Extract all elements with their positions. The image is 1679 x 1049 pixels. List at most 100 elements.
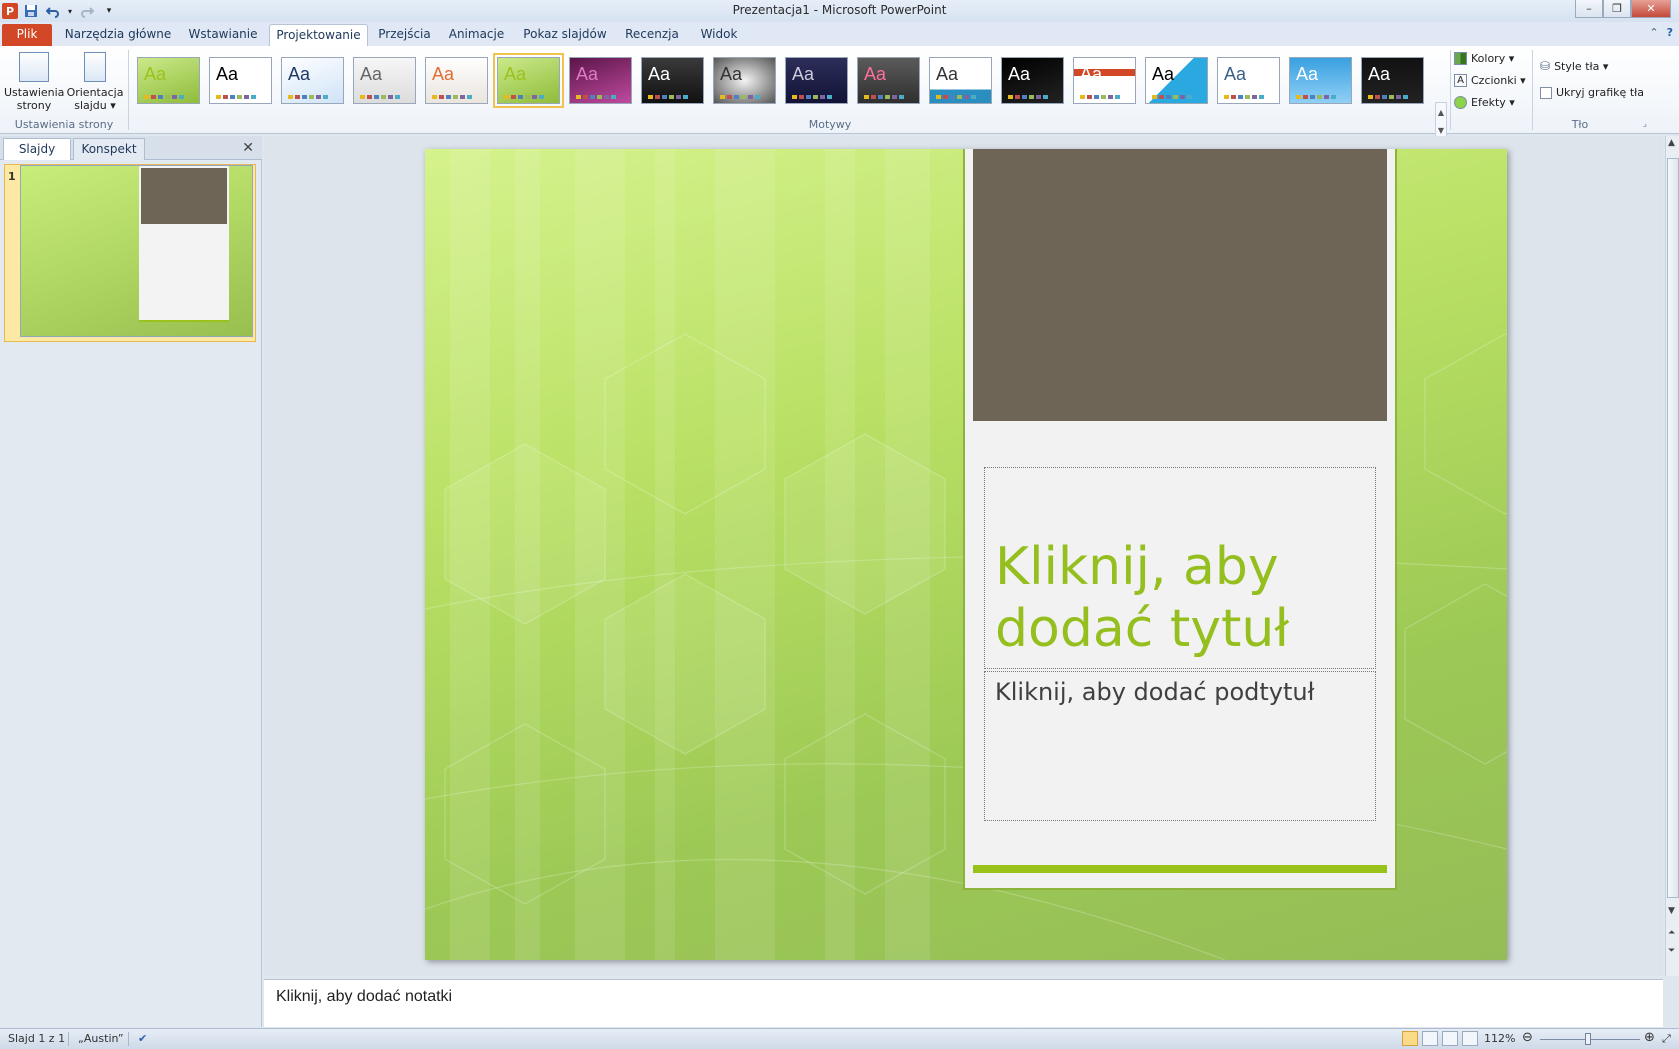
slide-canvas[interactable]: Kliknij, aby dodać tytuł Kliknij, aby do…	[425, 149, 1507, 960]
zoom-level[interactable]: 112%	[1484, 1032, 1515, 1045]
vertical-scrollbar[interactable]: ▲ ▼ ⏶ ⏷	[1665, 136, 1679, 976]
slide-sorter-button[interactable]	[1422, 1031, 1438, 1046]
theme-sample-text: Aa	[504, 64, 527, 84]
theme-color-swatches	[648, 95, 688, 99]
theme-colors-button[interactable]: Kolory ▾	[1454, 52, 1514, 65]
theme-thumbnail[interactable]: Aa	[713, 57, 776, 104]
tab-outline[interactable]: Konspekt	[73, 138, 145, 160]
thumbnail-card	[139, 166, 229, 322]
zoom-in-icon[interactable]: ⊕	[1644, 1030, 1655, 1045]
tab-review[interactable]: Recenzja	[620, 24, 684, 46]
theme-thumbnail[interactable]: Aa	[281, 57, 344, 104]
title-placeholder[interactable]: Kliknij, aby dodać tytuł	[984, 467, 1376, 669]
theme-thumbnail[interactable]: Aa	[425, 57, 488, 104]
hide-background-checkbox[interactable]	[1540, 86, 1552, 99]
theme-color-swatches	[936, 95, 976, 99]
minimize-ribbon-icon[interactable]: ⌃	[1649, 26, 1658, 39]
theme-thumbnail[interactable]: Aa	[785, 57, 848, 104]
tab-animations[interactable]: Animacje	[443, 24, 510, 46]
theme-color-swatches	[504, 95, 544, 99]
slides-pane-tabs: Slajdy Konspekt ✕	[0, 136, 262, 160]
slides-pane: Slajdy Konspekt ✕ 1	[0, 136, 262, 1027]
theme-color-swatches	[1296, 95, 1336, 99]
close-button[interactable]: ✕	[1631, 0, 1671, 18]
theme-sample-text: Aa	[216, 64, 239, 84]
fit-slide-icon[interactable]: ⤢	[1662, 1032, 1671, 1046]
scroll-up-icon[interactable]: ▲	[1668, 138, 1675, 148]
previous-slide-icon[interactable]: ⏶	[1668, 928, 1675, 938]
theme-sample-text: Aa	[792, 64, 815, 84]
title-card: Kliknij, aby dodać tytuł Kliknij, aby do…	[963, 149, 1397, 890]
theme-thumbnail[interactable]: Aa	[1073, 57, 1136, 104]
theme-thumbnail[interactable]: Aa	[1001, 57, 1064, 104]
theme-sample-text: Aa	[288, 64, 311, 84]
theme-thumbnail[interactable]: Aa	[857, 57, 920, 104]
gallery-down-icon[interactable]: ▼	[1438, 126, 1444, 135]
spelling-check-icon[interactable]: ✔	[138, 1032, 147, 1045]
hide-background-label: Ukryj grafikę tła	[1556, 86, 1644, 99]
zoom-out-icon[interactable]: ⊖	[1522, 1030, 1533, 1045]
theme-thumbnail[interactable]: Aa	[1145, 57, 1208, 104]
theme-thumbnail[interactable]: Aa	[493, 53, 564, 108]
dialog-launcher-icon[interactable]: ⌟	[1643, 119, 1647, 129]
page-setup-icon	[19, 52, 49, 82]
minimize-button[interactable]: –	[1575, 0, 1603, 18]
orientation-icon	[84, 52, 106, 82]
close-pane-icon[interactable]: ✕	[242, 140, 254, 156]
theme-fonts-button[interactable]: A Czcionki ▾	[1454, 74, 1526, 87]
notes-pane[interactable]: Kliknij, aby dodać notatki	[264, 979, 1663, 1027]
tab-insert[interactable]: Wstawianie	[184, 24, 262, 46]
theme-color-swatches	[1224, 95, 1264, 99]
scroll-down-icon[interactable]: ▼	[1668, 906, 1675, 916]
tab-file[interactable]: Plik	[2, 24, 52, 46]
tab-slide-show[interactable]: Pokaz slajdów	[520, 24, 610, 46]
theme-name: „Austin”	[78, 1032, 124, 1045]
theme-sample-text: Aa	[432, 64, 455, 84]
tab-transitions[interactable]: Przejścia	[376, 24, 433, 46]
status-bar: Slajd 1 z 1 „Austin” ✔ 112% ⊖ ⊕ ⤢	[0, 1028, 1679, 1049]
title-line-2: dodać tytuł	[995, 599, 1290, 659]
theme-gallery: Aa Aa Aa Aa Aa Aa Aa Aa Aa Aa Aa Aa Aa Aa Aa Aa Aa Aa	[137, 53, 1424, 108]
themes-group-label: Motywy	[808, 118, 852, 131]
gallery-up-icon[interactable]: ▲	[1438, 108, 1444, 117]
colors-label: Kolory ▾	[1471, 52, 1515, 65]
restore-button[interactable]: ❐	[1603, 0, 1631, 18]
subtitle-placeholder[interactable]: Kliknij, aby dodać podtytuł	[984, 671, 1376, 821]
theme-thumbnail[interactable]: Aa	[569, 57, 632, 104]
theme-thumbnail[interactable]: Aa	[209, 57, 272, 104]
normal-view-button[interactable]	[1402, 1031, 1418, 1046]
slide-show-button[interactable]	[1462, 1031, 1478, 1046]
next-slide-icon[interactable]: ⏷	[1668, 946, 1675, 956]
theme-effects-button[interactable]: Efekty ▾	[1454, 96, 1515, 109]
theme-thumbnail[interactable]: Aa	[641, 57, 704, 104]
theme-color-swatches	[576, 95, 616, 99]
scroll-thumb[interactable]	[1667, 158, 1679, 898]
slide-thumbnail[interactable]	[20, 165, 253, 337]
theme-thumbnail[interactable]: Aa	[1361, 57, 1424, 104]
notes-placeholder: Kliknij, aby dodać notatki	[276, 988, 453, 1005]
theme-thumbnail[interactable]: Aa	[1289, 57, 1352, 104]
theme-thumbnail[interactable]: Aa	[353, 57, 416, 104]
page-setup-button[interactable]: Ustawienia strony	[4, 52, 64, 112]
help-icon[interactable]: ?	[1667, 26, 1673, 39]
title-placeholder-text: Kliknij, aby dodać tytuł	[995, 536, 1289, 660]
background-styles-label: Style tła ▾	[1554, 59, 1609, 73]
tab-slides[interactable]: Slajdy	[3, 138, 71, 160]
reading-view-button[interactable]	[1442, 1031, 1458, 1046]
slide-orientation-button[interactable]: Orientacja slajdu ▾	[66, 52, 124, 112]
theme-color-swatches	[216, 95, 256, 99]
title-bar: P ▾ ▾ Prezentacja1 - Microsoft PowerPoin…	[0, 0, 1679, 22]
theme-thumbnail[interactable]: Aa	[1217, 57, 1280, 104]
tab-design[interactable]: Projektowanie	[269, 24, 368, 46]
theme-thumbnail[interactable]: Aa	[137, 57, 200, 104]
theme-sample-text: Aa	[936, 64, 959, 84]
hide-background-graphics[interactable]: Ukryj grafikę tła	[1540, 86, 1644, 99]
theme-thumbnail[interactable]: Aa	[929, 57, 992, 104]
theme-sample-text: Aa	[1224, 64, 1247, 84]
background-styles-button[interactable]: ⛁ Style tła ▾	[1540, 59, 1608, 73]
photo-placeholder[interactable]	[973, 149, 1387, 421]
tab-view[interactable]: Widok	[694, 24, 744, 46]
zoom-slider-thumb[interactable]	[1585, 1033, 1591, 1045]
powerpoint-window: P ▾ ▾ Prezentacja1 - Microsoft PowerPoin…	[0, 0, 1679, 1049]
tab-home[interactable]: Narzędzia główne	[62, 24, 174, 46]
